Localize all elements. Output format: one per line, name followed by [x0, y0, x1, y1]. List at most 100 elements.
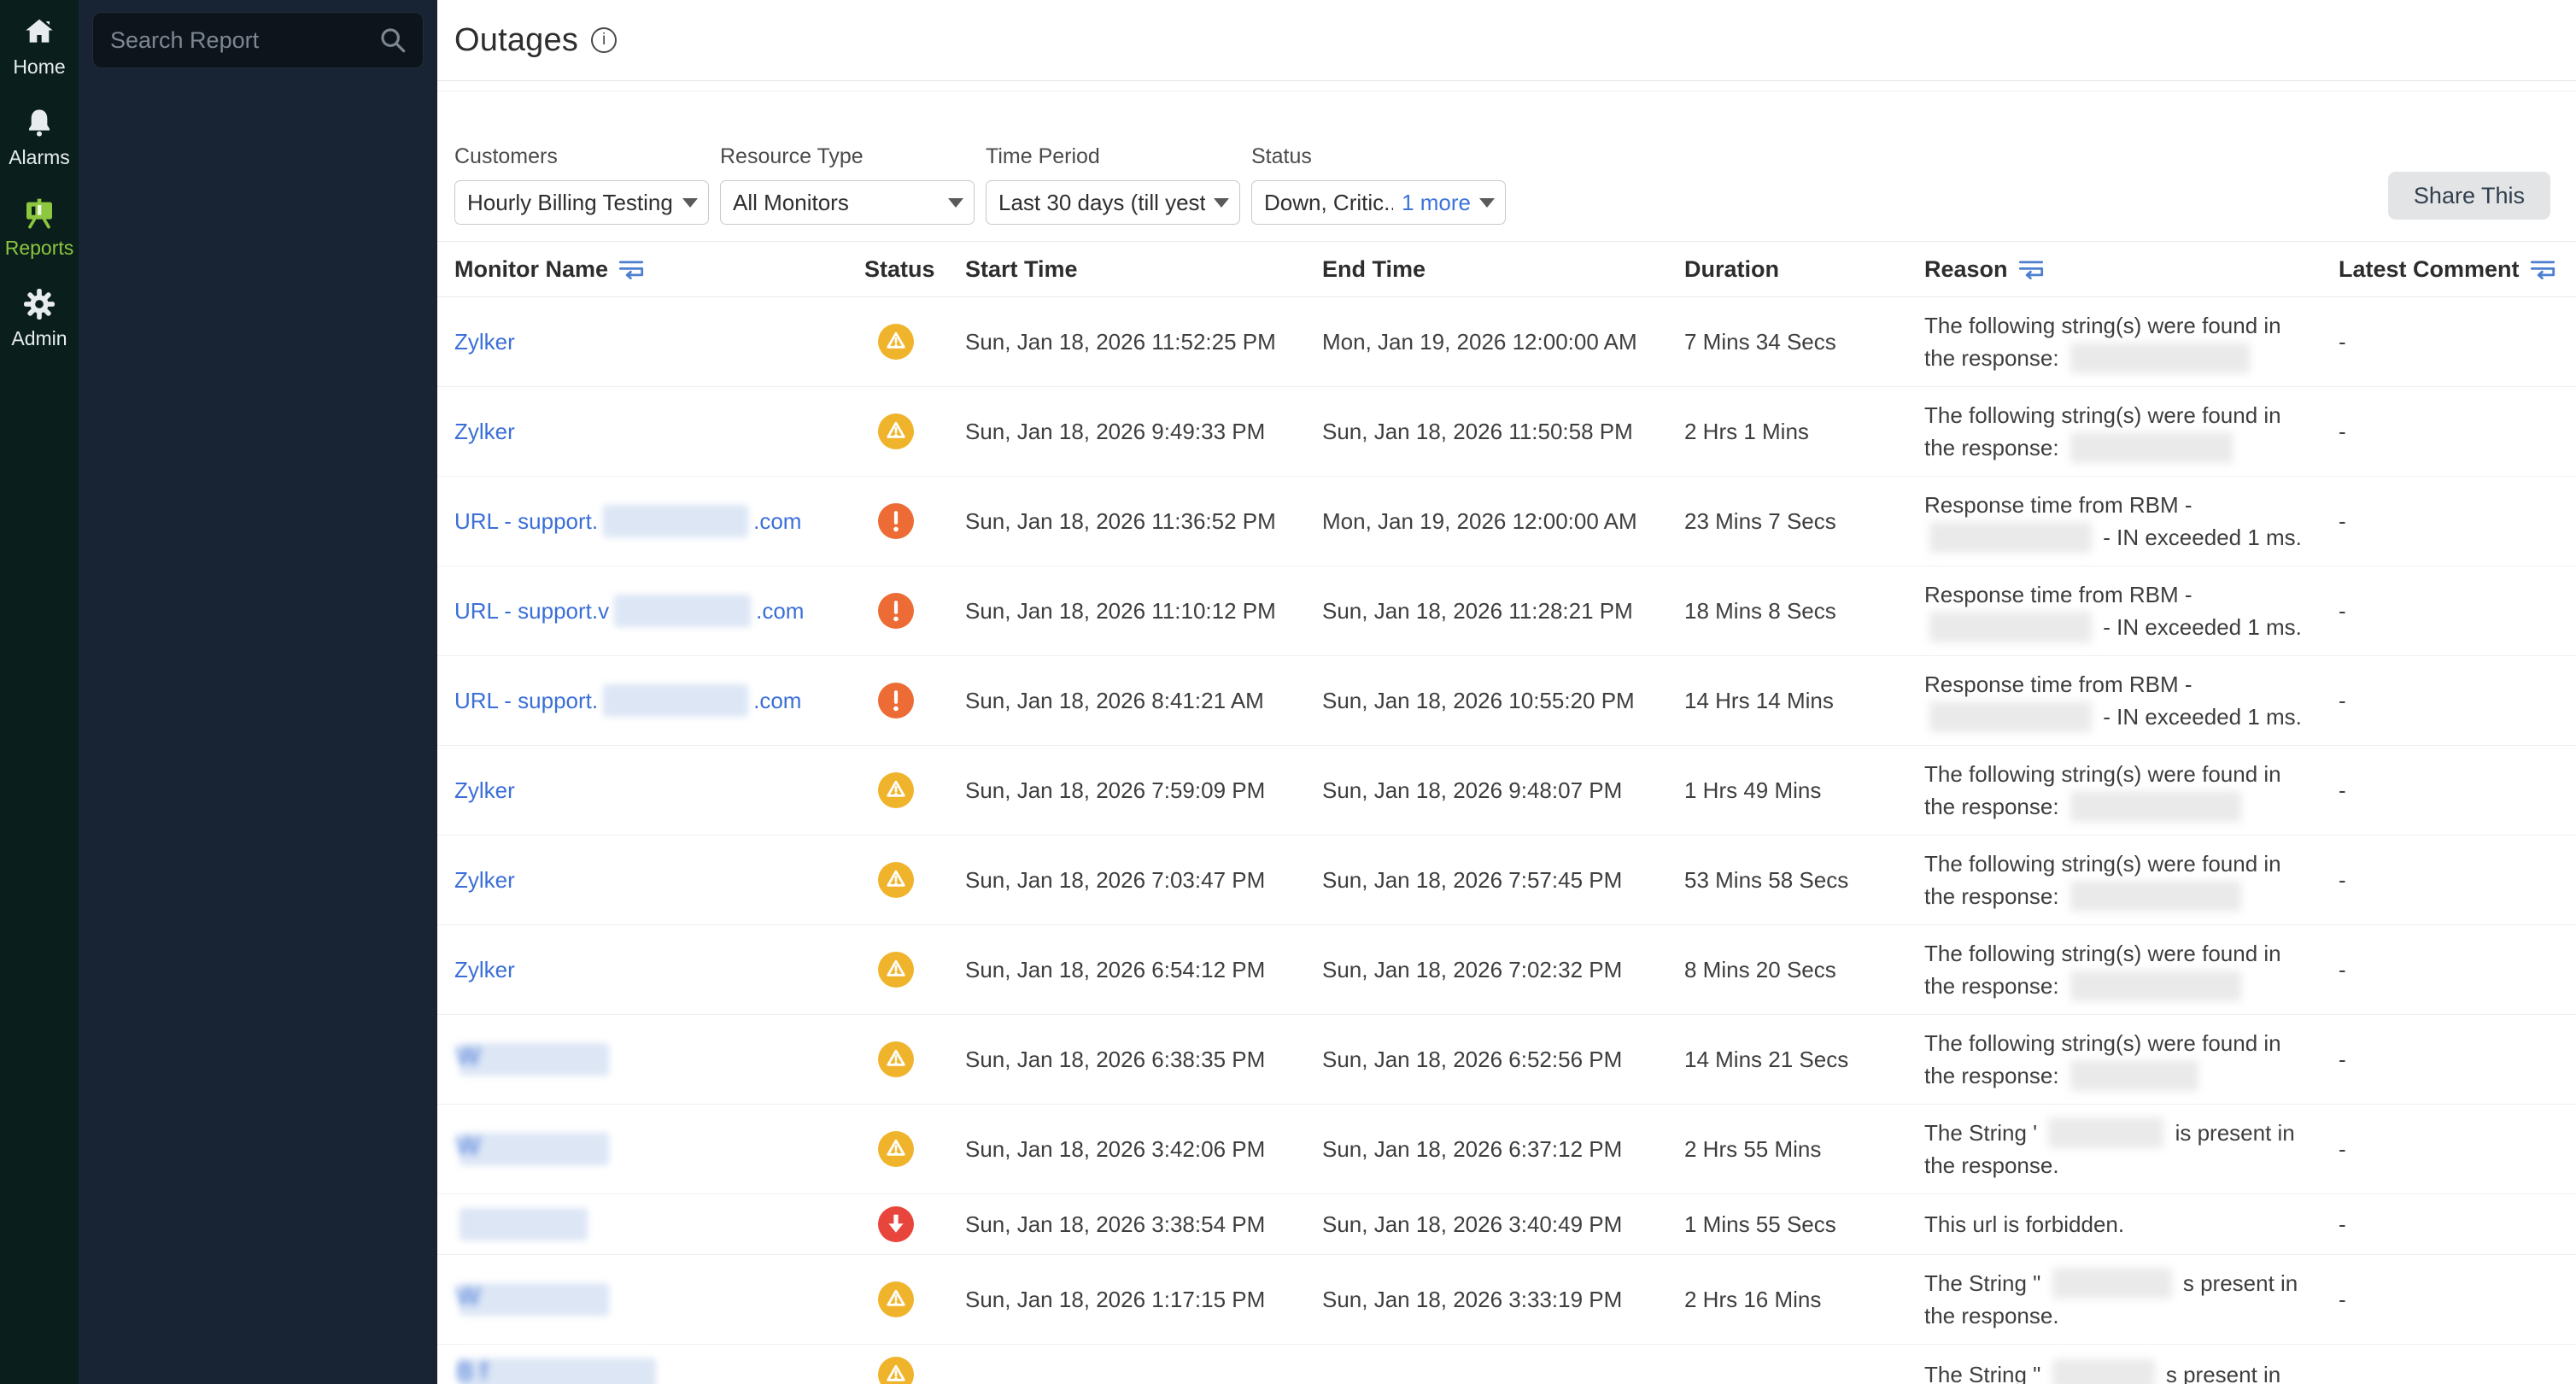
end-time-cell: Sun, Jan 18, 2026 6:52:56 PM	[1322, 1015, 1684, 1105]
monitor-link[interactable]: URL - support..com	[454, 508, 801, 534]
trouble-status-icon	[878, 862, 914, 898]
reason-cell: The following string(s) were found in th…	[1924, 387, 2339, 477]
filters-bar: CustomersHourly Billing TestingResource …	[437, 91, 2576, 242]
reason-cell: The following string(s) were found in th…	[1924, 297, 2339, 387]
column-filter-icon[interactable]	[2530, 258, 2556, 280]
reason-cell: The String ' is present in the response.	[1924, 1105, 2339, 1194]
filter-value: Last 30 days (till yesterd	[998, 190, 1205, 216]
start-time-cell: Sun, Jan 18, 2026 11:52:25 PM	[965, 297, 1322, 387]
redacted-blur: W	[460, 1133, 609, 1165]
search-icon[interactable]	[378, 26, 407, 55]
sidebar-item-label: Reports	[5, 237, 74, 260]
end-time-cell: Sun, Jan 18, 2026 3:40:49 PM	[1322, 1194, 1684, 1255]
outages-table-header: Monitor NameStatusStart TimeEnd TimeDura…	[437, 242, 2576, 297]
home-icon	[20, 14, 58, 51]
monitor-link[interactable]: Zylker	[454, 419, 515, 444]
redacted-blur	[2070, 343, 2250, 373]
table-row: WSun, Jan 18, 2026 6:38:35 PMSun, Jan 18…	[437, 1015, 2576, 1105]
share-this-button[interactable]: Share This	[2388, 172, 2550, 220]
filter-select-resource-type[interactable]: All Monitors	[720, 180, 975, 225]
redacted-blur	[1929, 701, 2092, 732]
chevron-down-icon	[1479, 198, 1495, 208]
latest-comment-cell: -	[2339, 1015, 2576, 1105]
monitor-link[interactable]: URL - support.v.com	[454, 598, 804, 624]
filter-resource-type: Resource TypeAll Monitors	[720, 144, 975, 225]
monitor-link[interactable]: W	[454, 1136, 614, 1162]
latest-comment-cell: -	[2339, 1194, 2576, 1255]
filter-label: Time Period	[986, 144, 1240, 169]
monitor-link[interactable]: Zylker	[454, 329, 515, 355]
table-row: B fThe String " s present in	[437, 1345, 2576, 1384]
redacted-blur	[2070, 971, 2241, 1001]
monitor-link[interactable]: URL - support..com	[454, 688, 801, 713]
latest-comment-cell: -	[2339, 836, 2576, 925]
reason-cell: The following string(s) were found in th…	[1924, 1015, 2339, 1105]
outages-table: Monitor NameStatusStart TimeEnd TimeDura…	[437, 242, 2576, 1384]
filter-value: All Monitors	[733, 190, 849, 216]
redacted-blur: W	[460, 1043, 609, 1076]
duration-cell: 1 Mins 55 Secs	[1684, 1194, 1924, 1255]
reason-cell: This url is forbidden.	[1924, 1194, 2339, 1255]
duration-cell: 2 Hrs 16 Mins	[1684, 1255, 1924, 1345]
column-filter-icon[interactable]	[2018, 258, 2044, 280]
start-time-cell: Sun, Jan 18, 2026 6:54:12 PM	[965, 925, 1322, 1015]
monitor-link[interactable]: Zylker	[454, 957, 515, 982]
filter-select-customers[interactable]: Hourly Billing Testing	[454, 180, 709, 225]
latest-comment-cell: -	[2339, 925, 2576, 1015]
icon-rail: Home Alarms Reports Admin	[0, 0, 79, 1384]
start-time-cell: Sun, Jan 18, 2026 11:36:52 PM	[965, 477, 1322, 566]
filters-group: CustomersHourly Billing TestingResource …	[454, 91, 2576, 225]
redacted-blur	[603, 684, 748, 717]
column-header-status: Status	[864, 242, 965, 297]
table-row: URL - support.v.comSun, Jan 18, 2026 11:…	[437, 566, 2576, 656]
monitor-link[interactable]: Zylker	[454, 867, 515, 893]
latest-comment-cell: -	[2339, 1255, 2576, 1345]
filter-select-time-period[interactable]: Last 30 days (till yesterd	[986, 180, 1240, 225]
sidebar-item-reports[interactable]: Reports	[5, 195, 74, 260]
duration-cell	[1684, 1345, 1924, 1384]
filter-customers: CustomersHourly Billing Testing	[454, 144, 709, 225]
reason-cell: The following string(s) were found in th…	[1924, 836, 2339, 925]
table-header-row: Monitor NameStatusStart TimeEnd TimeDura…	[437, 242, 2576, 297]
filter-more-link[interactable]: 1 more	[1402, 190, 1471, 216]
info-icon[interactable]: i	[591, 27, 617, 53]
trouble-status-icon	[878, 324, 914, 360]
end-time-cell	[1322, 1345, 1684, 1384]
monitor-link[interactable]: B f	[454, 1362, 661, 1384]
redacted-blur	[1929, 522, 2092, 553]
duration-cell: 1 Hrs 49 Mins	[1684, 746, 1924, 836]
table-row: URL - support..comSun, Jan 18, 2026 8:41…	[437, 656, 2576, 746]
end-time-cell: Sun, Jan 18, 2026 11:50:58 PM	[1322, 387, 1684, 477]
filter-time-period: Time Period Last 30 days (till yesterd	[986, 144, 1240, 225]
redacted-blur	[2070, 881, 2241, 912]
filter-select-status[interactable]: Down, Critic...1 more	[1251, 180, 1506, 225]
gear-icon	[20, 285, 58, 323]
title-divider	[437, 81, 2576, 91]
monitor-link[interactable]: W	[454, 1047, 614, 1072]
reason-cell: The following string(s) were found in th…	[1924, 925, 2339, 1015]
latest-comment-cell: -	[2339, 656, 2576, 746]
duration-cell: 2 Hrs 55 Mins	[1684, 1105, 1924, 1194]
monitor-link[interactable]	[454, 1211, 593, 1237]
sidebar-item-alarms[interactable]: Alarms	[9, 104, 70, 169]
duration-cell: 53 Mins 58 Secs	[1684, 836, 1924, 925]
monitor-link[interactable]: W	[454, 1287, 614, 1312]
end-time-cell: Sun, Jan 18, 2026 7:02:32 PM	[1322, 925, 1684, 1015]
latest-comment-cell: -	[2339, 387, 2576, 477]
filter-label: Status	[1251, 144, 1506, 169]
latest-comment-cell: -	[2339, 746, 2576, 836]
column-header-label: Monitor Name	[454, 256, 608, 283]
duration-cell: 18 Mins 8 Secs	[1684, 566, 1924, 656]
column-filter-icon[interactable]	[618, 258, 644, 280]
sidebar-item-admin[interactable]: Admin	[11, 285, 67, 350]
page-title: Outages	[454, 22, 578, 59]
presentation-icon	[20, 195, 58, 232]
search-input[interactable]	[108, 26, 378, 55]
reason-cell: Response time from RBM - - IN exceeded 1…	[1924, 477, 2339, 566]
table-row: URL - support..com Sun, Jan 18, 2026 11:3…	[437, 477, 2576, 566]
reports-sidebar	[79, 0, 437, 1384]
table-row: ZylkerSun, Jan 18, 2026 7:59:09 PMSun, J…	[437, 746, 2576, 836]
sidebar-item-home[interactable]: Home	[13, 14, 65, 79]
chevron-down-icon	[682, 198, 698, 208]
monitor-link[interactable]: Zylker	[454, 777, 515, 803]
